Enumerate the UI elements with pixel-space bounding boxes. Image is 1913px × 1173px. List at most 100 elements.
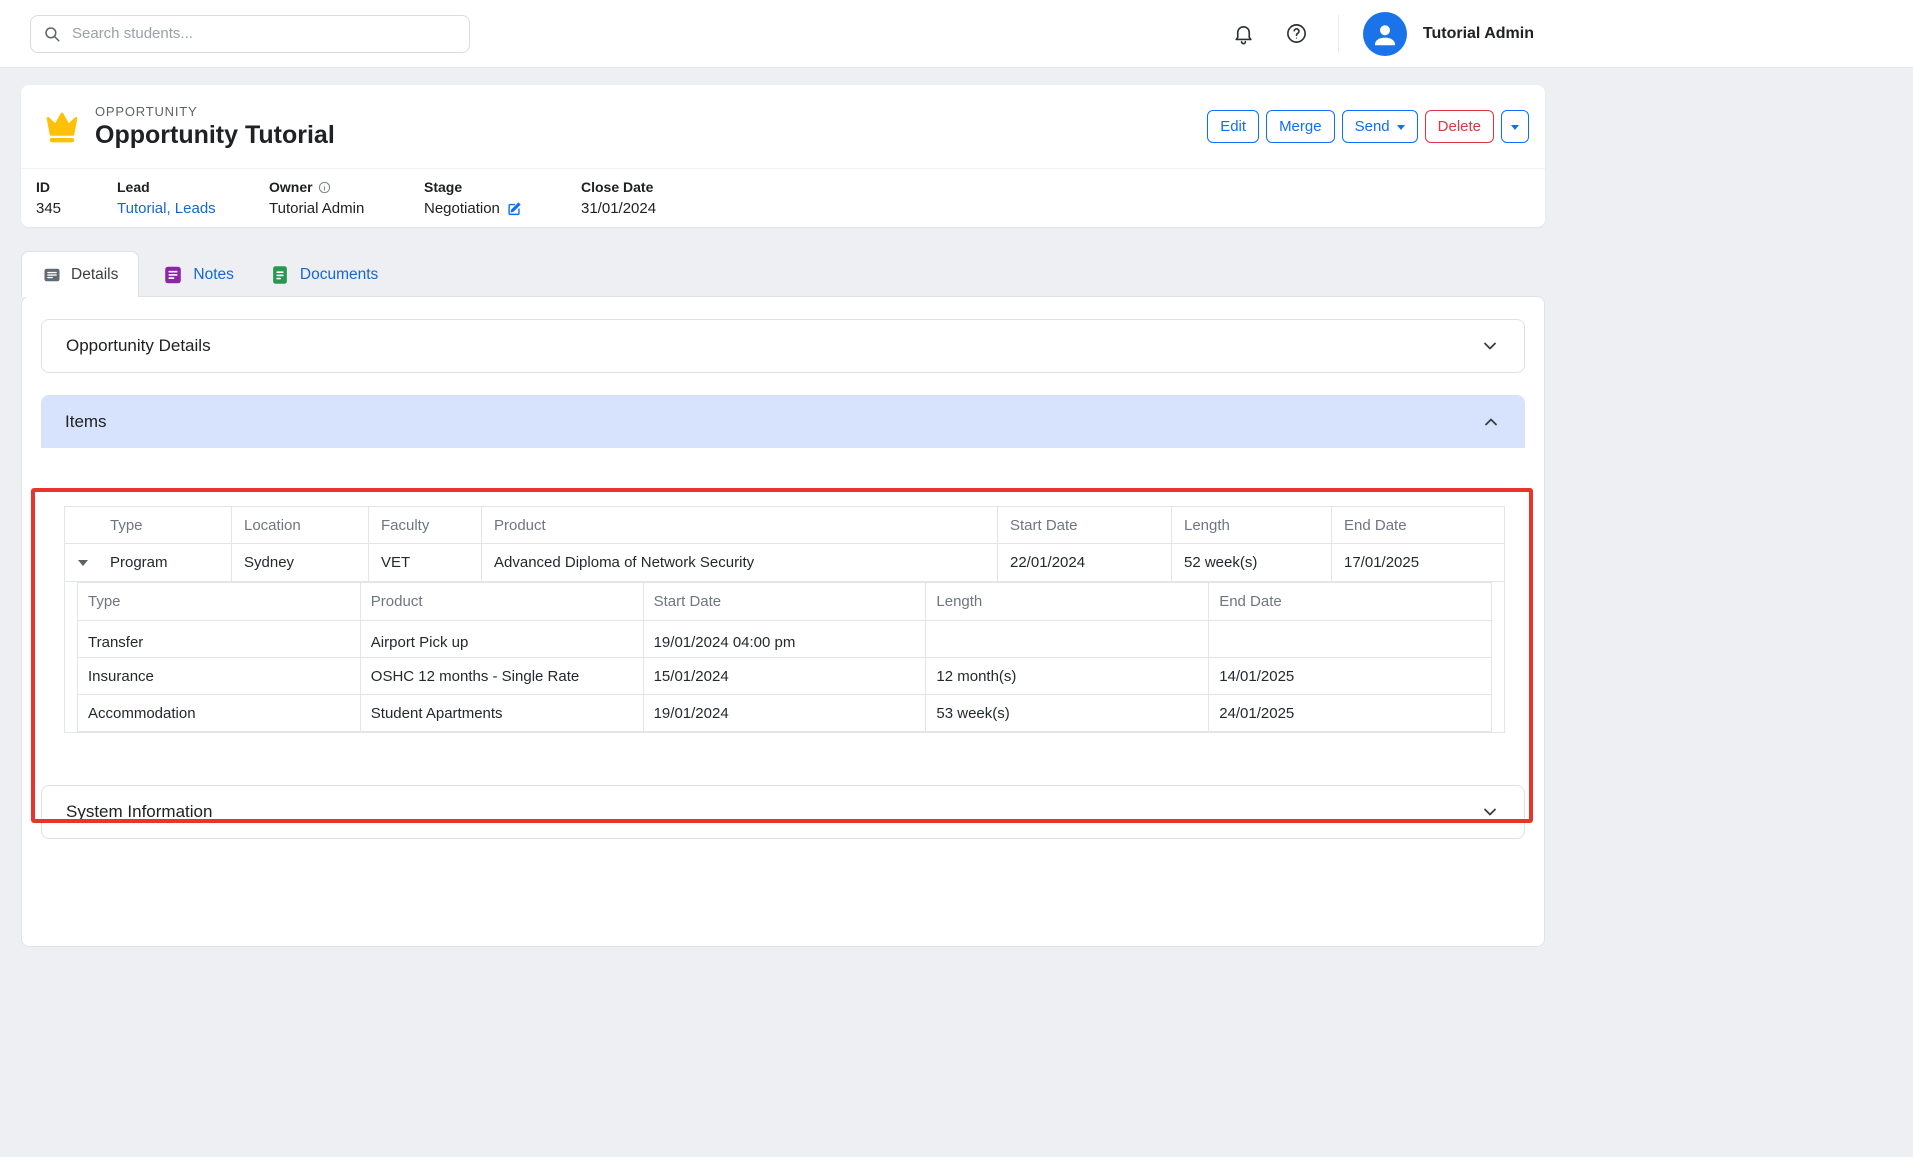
help-button[interactable] [1279,16,1314,51]
header-actions: Edit Merge Send Delete [1207,110,1529,143]
send-button[interactable]: Send [1342,110,1418,143]
chevron-down-icon [1480,336,1500,356]
column-header: Product [360,583,643,621]
cell-start-date: 22/01/2024 [998,544,1172,582]
column-header: Faculty [369,507,482,544]
cell-end-date: 24/01/2025 [1209,695,1492,732]
sub-items-table: Type Product Start Date Length End Date [77,582,1492,732]
details-tab-icon [42,265,62,285]
cell-type: Accommodation [78,695,361,732]
field-close-date: Close Date 31/01/2024 [581,179,656,217]
notifications-button[interactable] [1226,16,1261,51]
avatar[interactable] [1363,12,1407,56]
search-icon [43,25,61,43]
tab-documents[interactable]: Documents [257,252,390,297]
items-table-row: Program Sydney VET Advanced Diploma of N… [65,544,1505,582]
field-id: ID 345 [36,179,117,217]
cell-location: Sydney [232,544,369,582]
caret-down-icon [1397,125,1405,130]
items-body: Type Location Faculty Product Start Date… [41,448,1525,765]
section-opportunity-details-label: Opportunity Details [66,336,211,356]
cell-length: 12 month(s) [926,658,1209,695]
topbar: Tutorial Admin [0,0,1913,68]
cell-start-date: 15/01/2024 [643,658,926,695]
tab-details[interactable]: Details [21,251,139,297]
details-panel: Opportunity Details Items Type Location … [21,296,1545,947]
section-system-information[interactable]: System Information [41,785,1525,839]
search-input[interactable] [70,24,457,43]
notes-tab-icon [162,264,184,286]
field-stage: Stage Negotiation [424,179,581,217]
sub-table-header-row: Type Product Start Date Length End Date [78,583,1492,621]
items-section: Items Type Location Faculty Product Star… [41,395,1525,765]
section-system-information-label: System Information [66,802,212,822]
field-close-date-value: 31/01/2024 [581,200,656,217]
column-header: End Date [1209,583,1492,621]
section-items-header[interactable]: Items [41,395,1525,448]
column-header: Product [482,507,998,544]
field-owner-value: Tutorial Admin [269,200,424,217]
summary-row: ID 345 Lead Tutorial, Leads Owner Tutori… [21,168,1545,217]
edit-stage-icon[interactable] [507,201,522,216]
row-expander-caret-icon[interactable] [78,560,88,566]
field-id-value: 345 [36,200,117,217]
edit-button[interactable]: Edit [1207,110,1259,143]
column-header: Type [78,583,361,621]
column-header: Length [1172,507,1332,544]
cell-end-date: 17/01/2025 [1332,544,1505,582]
field-lead: Lead Tutorial, Leads [117,179,269,217]
cell-start-date: 19/01/2024 04:00 pm [643,621,926,658]
column-header: Start Date [643,583,926,621]
field-owner-label: Owner [269,179,313,195]
column-header: Type [65,507,232,544]
chevron-down-icon [1480,802,1500,822]
tab-documents-label: Documents [300,266,378,284]
cell-type: Program [110,554,168,571]
opportunity-type-icon-wrap [40,105,84,149]
field-lead-label: Lead [117,179,269,195]
items-table-header-row: Type Location Faculty Product Start Date… [65,507,1505,544]
user-name: Tutorial Admin [1423,25,1534,43]
search-box[interactable] [30,15,470,53]
cell-length: 52 week(s) [1172,544,1332,582]
topbar-divider [1338,15,1339,53]
field-id-label: ID [36,179,117,195]
cell-type: Transfer [78,621,361,658]
caret-down-icon [1511,125,1519,130]
cell-length [926,621,1209,658]
sub-table-row: Insurance OSHC 12 months - Single Rate 1… [78,658,1492,695]
cell-product: Student Apartments [360,695,643,732]
cell-end-date [1209,621,1492,658]
cell-type: Insurance [78,658,361,695]
field-stage-label: Stage [424,179,581,195]
chevron-up-icon [1481,412,1501,432]
cell-faculty: VET [369,544,482,582]
section-opportunity-details[interactable]: Opportunity Details [41,319,1525,373]
documents-tab-icon [269,264,291,286]
more-actions-button[interactable] [1501,110,1529,143]
cell-product: Airport Pick up [360,621,643,658]
cell-length: 53 week(s) [926,695,1209,732]
sub-table-row: Accommodation Student Apartments 19/01/2… [78,695,1492,732]
tab-notes[interactable]: Notes [150,252,246,297]
send-button-label: Send [1355,118,1390,135]
help-icon [1285,22,1308,45]
column-header: Location [232,507,369,544]
cell-end-date: 14/01/2025 [1209,658,1492,695]
column-header: End Date [1332,507,1505,544]
tab-notes-label: Notes [193,266,234,284]
opportunity-header-card: OPPORTUNITY Opportunity Tutorial Edit Me… [21,85,1545,227]
column-header: Start Date [998,507,1172,544]
field-owner: Owner Tutorial Admin [269,179,424,217]
info-icon[interactable] [318,181,331,194]
sub-table-row: Transfer Airport Pick up 19/01/2024 04:0… [78,621,1492,658]
crown-icon [41,106,83,148]
delete-button[interactable]: Delete [1425,110,1494,143]
tab-details-label: Details [71,266,118,284]
cell-product: OSHC 12 months - Single Rate [360,658,643,695]
field-close-date-label: Close Date [581,179,656,195]
lead-link[interactable]: Tutorial, Leads [117,200,216,217]
page-title: Opportunity Tutorial [95,122,335,150]
column-header: Length [926,583,1209,621]
merge-button[interactable]: Merge [1266,110,1335,143]
